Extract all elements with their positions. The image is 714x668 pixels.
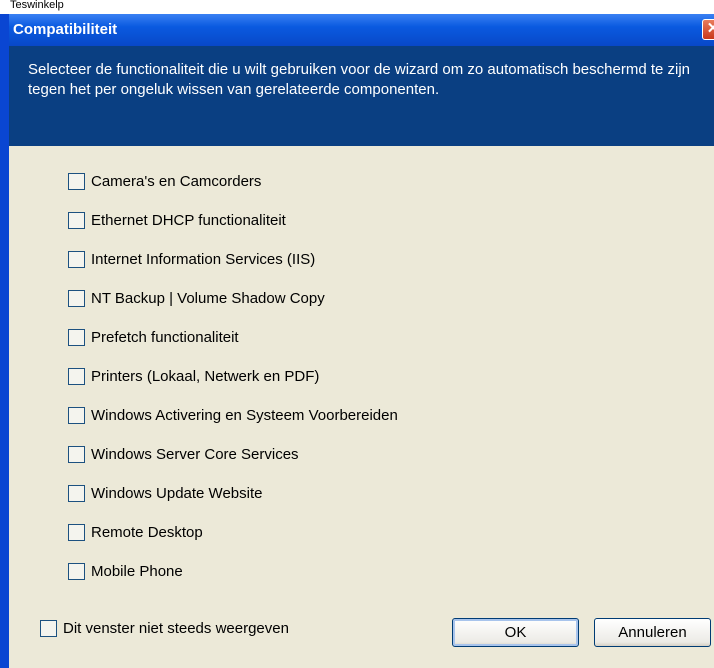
dont-show-again-checkbox[interactable] [40, 620, 57, 637]
dont-show-again-label: Dit venster niet steeds weergeven [63, 620, 289, 637]
option-label: Camera's en Camcorders [91, 173, 262, 190]
option-mobile-phone[interactable]: Mobile Phone [68, 552, 398, 591]
option-label: NT Backup | Volume Shadow Copy [91, 290, 325, 307]
checkbox[interactable] [68, 173, 85, 190]
cancel-button[interactable]: Annuleren [594, 618, 711, 647]
close-icon: ✕ [706, 20, 714, 37]
checkbox[interactable] [68, 251, 85, 268]
option-label: Ethernet DHCP functionaliteit [91, 212, 286, 229]
option-label: Windows Server Core Services [91, 446, 299, 463]
description-text: Selecteer de functionaliteit die u wilt … [28, 61, 691, 98]
checkbox[interactable] [68, 446, 85, 463]
option-iis[interactable]: Internet Information Services (IIS) [68, 240, 398, 279]
option-windows-update[interactable]: Windows Update Website [68, 474, 398, 513]
option-label: Remote Desktop [91, 524, 203, 541]
ok-button[interactable]: OK [452, 618, 579, 647]
option-ethernet-dhcp[interactable]: Ethernet DHCP functionaliteit [68, 201, 398, 240]
title-bar[interactable]: Compatibiliteit ✕ [9, 14, 714, 46]
option-printers[interactable]: Printers (Lokaal, Netwerk en PDF) [68, 357, 398, 396]
option-windows-activation[interactable]: Windows Activering en Systeem Voorbereid… [68, 396, 398, 435]
options-list: Camera's en Camcorders Ethernet DHCP fun… [68, 162, 398, 591]
option-label: Prefetch functionaliteit [91, 329, 239, 346]
checkbox[interactable] [68, 212, 85, 229]
option-label: Windows Update Website [91, 485, 263, 502]
checkbox[interactable] [68, 524, 85, 541]
window-title: Compatibiliteit [13, 21, 118, 38]
checkbox[interactable] [68, 329, 85, 346]
checkbox[interactable] [68, 563, 85, 580]
option-prefetch[interactable]: Prefetch functionaliteit [68, 318, 398, 357]
option-remote-desktop[interactable]: Remote Desktop [68, 513, 398, 552]
option-label: Mobile Phone [91, 563, 183, 580]
close-button[interactable]: ✕ [702, 19, 714, 40]
option-server-core[interactable]: Windows Server Core Services [68, 435, 398, 474]
dont-show-again-option[interactable]: Dit venster niet steeds weergeven [40, 620, 289, 637]
checkbox[interactable] [68, 407, 85, 424]
option-label: Internet Information Services (IIS) [91, 251, 316, 268]
checkbox[interactable] [68, 485, 85, 502]
option-label: Windows Activering en Systeem Voorbereid… [91, 407, 398, 424]
option-camera[interactable]: Camera's en Camcorders [68, 162, 398, 201]
checkbox[interactable] [68, 290, 85, 307]
description-panel: Selecteer de functionaliteit die u wilt … [9, 46, 714, 146]
checkbox[interactable] [68, 368, 85, 385]
background-window-text: Teswinkelp [0, 0, 714, 14]
option-nt-backup[interactable]: NT Backup | Volume Shadow Copy [68, 279, 398, 318]
compatibility-dialog: Compatibiliteit ✕ Selecteer de functiona… [0, 14, 714, 668]
option-label: Printers (Lokaal, Netwerk en PDF) [91, 368, 320, 385]
